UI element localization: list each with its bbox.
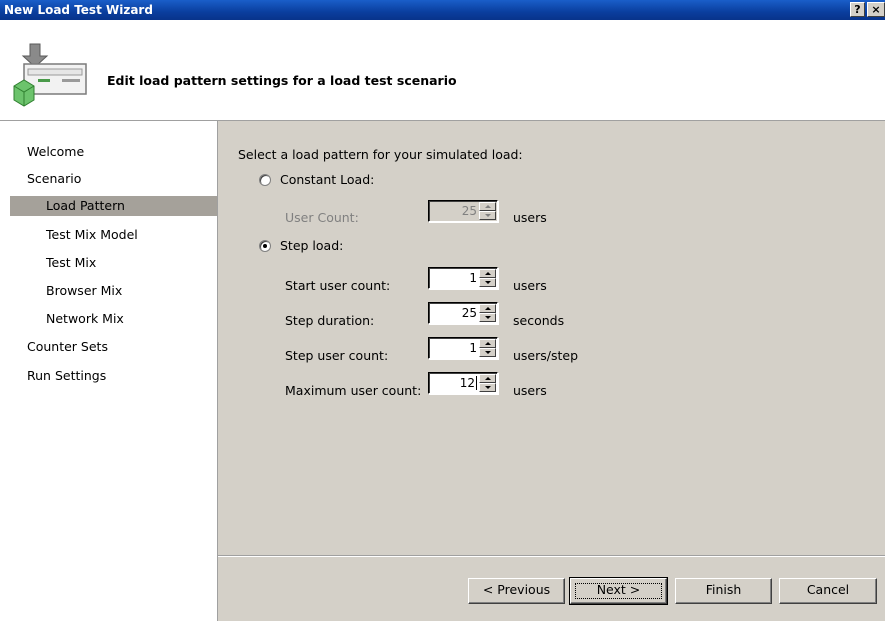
max-user-count-unit: users — [513, 383, 547, 398]
wizard-package-icon — [13, 43, 87, 107]
step-user-count-down-arrow-icon[interactable] — [479, 348, 496, 357]
finish-button[interactable]: Finish — [675, 578, 772, 604]
step-duration-up-arrow-icon[interactable] — [479, 304, 496, 313]
nav-item-run-settings[interactable]: Run Settings — [27, 366, 106, 386]
radio-selected-dot-icon — [263, 244, 267, 248]
step-load-label[interactable]: Step load: — [280, 238, 343, 254]
step-user-count-up-arrow-icon[interactable] — [479, 339, 496, 348]
user-count-unit: users — [513, 210, 547, 225]
step-user-count-value[interactable]: 1 — [469, 340, 477, 356]
constant-load-label[interactable]: Constant Load: — [280, 172, 374, 188]
step-duration-unit: seconds — [513, 313, 565, 328]
text-caret — [476, 376, 477, 390]
max-user-count-value[interactable]: 12 — [460, 375, 475, 391]
step-duration-label: Step duration: — [285, 313, 375, 328]
wizard-steps-nav: Welcome Scenario Load Pattern Test Mix M… — [0, 121, 217, 621]
step-user-count-spinner[interactable]: 1 — [428, 337, 498, 359]
window-title: New Load Test Wizard — [4, 3, 153, 17]
page-title: Edit load pattern settings for a load te… — [107, 73, 457, 88]
nav-item-load-pattern[interactable]: Load Pattern — [10, 196, 217, 216]
start-user-count-value[interactable]: 1 — [469, 270, 477, 286]
help-button[interactable]: ? — [850, 2, 865, 17]
nav-item-network-mix[interactable]: Network Mix — [46, 309, 124, 329]
max-user-count-down-arrow-icon[interactable] — [479, 383, 496, 392]
max-user-count-up-arrow-icon[interactable] — [479, 374, 496, 383]
step-load-radio[interactable] — [259, 240, 271, 252]
next-button[interactable]: Next > — [569, 577, 668, 605]
load-pattern-prompt: Select a load pattern for your simulated… — [238, 147, 523, 162]
previous-button[interactable]: < Previous — [468, 578, 565, 604]
step-user-count-label: Step user count: — [285, 348, 389, 363]
start-user-count-label: Start user count: — [285, 278, 391, 293]
start-user-count-spinner[interactable]: 1 — [428, 267, 498, 289]
user-count-label: User Count: — [285, 210, 359, 225]
user-count-up-arrow-icon — [479, 202, 496, 211]
cancel-button[interactable]: Cancel — [779, 578, 877, 604]
nav-item-counter-sets[interactable]: Counter Sets — [27, 337, 108, 357]
wizard-header: Edit load pattern settings for a load te… — [0, 20, 885, 120]
focus-rectangle — [575, 583, 662, 599]
close-button[interactable]: × — [867, 2, 885, 17]
nav-item-browser-mix[interactable]: Browser Mix — [46, 281, 122, 301]
nav-item-welcome[interactable]: Welcome — [27, 142, 84, 162]
max-user-count-label: Maximum user count: — [285, 383, 422, 398]
buttons-divider-highlight — [218, 556, 885, 557]
max-user-count-spinner[interactable]: 12 — [428, 372, 498, 394]
load-pattern-panel — [218, 121, 885, 621]
nav-item-scenario[interactable]: Scenario — [27, 169, 81, 189]
user-count-spinner: 25 — [428, 200, 498, 222]
start-user-count-unit: users — [513, 278, 547, 293]
step-duration-value[interactable]: 25 — [462, 305, 477, 321]
nav-item-test-mix-model[interactable]: Test Mix Model — [46, 225, 138, 245]
start-user-count-up-arrow-icon[interactable] — [479, 269, 496, 278]
start-user-count-down-arrow-icon[interactable] — [479, 278, 496, 287]
constant-load-radio[interactable] — [259, 174, 271, 186]
nav-item-test-mix[interactable]: Test Mix — [46, 253, 96, 273]
step-duration-spinner[interactable]: 25 — [428, 302, 498, 324]
step-user-count-unit: users/step — [513, 348, 579, 363]
title-bar[interactable]: New Load Test Wizard ? × — [0, 0, 885, 20]
user-count-down-arrow-icon — [479, 211, 496, 220]
step-duration-down-arrow-icon[interactable] — [479, 313, 496, 322]
user-count-value: 25 — [461, 204, 477, 218]
